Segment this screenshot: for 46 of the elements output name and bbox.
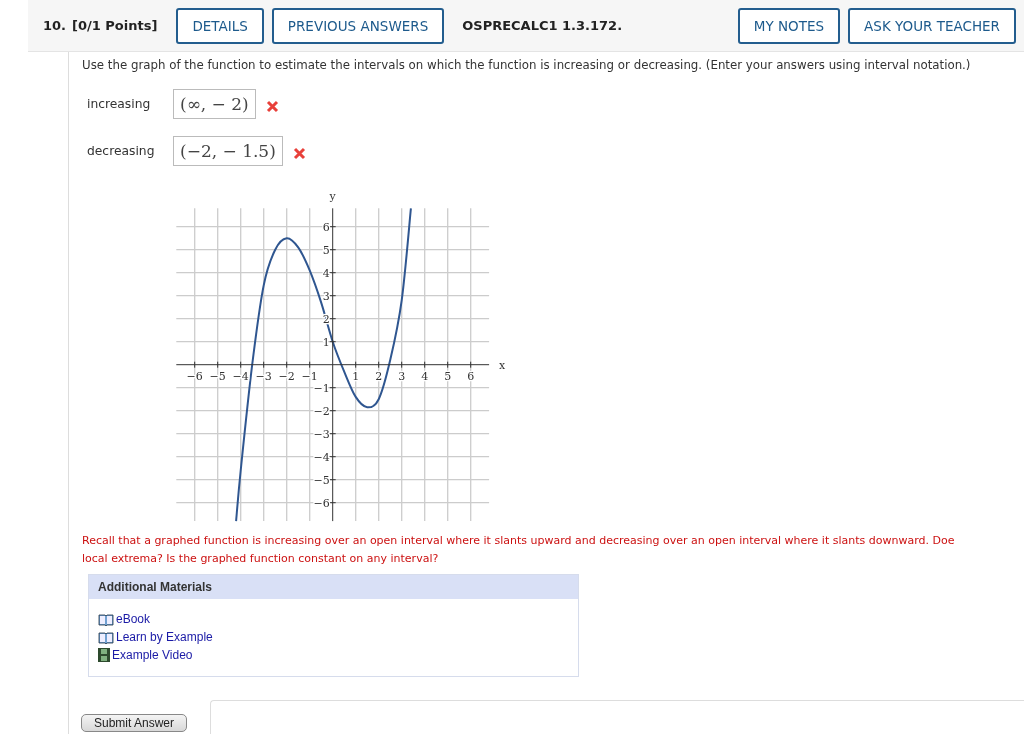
y-tick-label: 6 (322, 220, 330, 234)
question-text: Use the graph of the function to estimate the intervals on which the function is increasing or decreasing. (Enter your answers using interval notation.) (82, 58, 972, 72)
answer-field[interactable]: (−2, − 1.5) (173, 135, 283, 166)
x-tick-label: 3 (398, 369, 406, 383)
materials-title: Additional Materials (89, 575, 578, 599)
y-tick-label: 4 (322, 266, 330, 280)
y-tick-label: −1 (313, 381, 330, 395)
book-icon (98, 612, 114, 626)
material-link[interactable]: Example Video (98, 647, 578, 663)
hint-text: Recall that a graphed function is increasing over an open interval where it slants upward and decreasing over an open interval where it slants downward. Doe local extrema? Is the graphed function constant on any interval? (82, 533, 956, 567)
x-tick-label: 6 (467, 369, 475, 383)
answer-label: decreasing (86, 143, 156, 158)
header-button[interactable]: MY NOTES (737, 7, 841, 44)
y-tick-label: −2 (313, 404, 330, 418)
y-tick-label: −6 (313, 496, 330, 510)
y-tick-label: −4 (313, 450, 330, 464)
answer-field[interactable]: (∞, − 2) (173, 88, 256, 119)
x-axis-label: x (499, 358, 506, 372)
x-tick-label: 2 (375, 369, 383, 383)
submit-button[interactable]: Submit Answer (81, 714, 188, 732)
x-tick-label: 4 (421, 369, 429, 383)
y-axis-label: y (329, 190, 336, 204)
x-tick-label: −3 (255, 369, 272, 383)
y-tick-label: 1 (322, 335, 330, 349)
x-tick-label: −6 (186, 369, 203, 383)
question-code: OSPRECALC1 1.3.172. (462, 18, 623, 33)
answer-label: increasing (86, 96, 152, 111)
y-tick-label: −5 (313, 473, 330, 487)
book-icon (98, 630, 114, 644)
material-link[interactable]: eBook (98, 611, 578, 627)
material-link[interactable]: Learn by Example (98, 629, 578, 645)
y-tick-label: −3 (313, 427, 330, 441)
points-label: [0/1 Points] (72, 18, 158, 33)
header-button[interactable]: PREVIOUS ANSWERS (271, 7, 445, 44)
x-tick-label: 1 (352, 369, 360, 383)
header-button[interactable]: ASK YOUR TEACHER (848, 7, 1016, 44)
x-tick-label: −2 (278, 369, 295, 383)
film-icon (98, 648, 110, 662)
question-number: 10. (43, 18, 67, 33)
x-tick-label: −1 (301, 369, 318, 383)
header-button[interactable]: DETAILS (176, 7, 264, 44)
x-tick-label: −5 (209, 369, 226, 383)
x-tick-label: 5 (444, 369, 452, 383)
y-tick-label: 5 (322, 243, 330, 257)
y-tick-label: 3 (322, 289, 330, 303)
x-tick-label: −4 (232, 369, 249, 383)
